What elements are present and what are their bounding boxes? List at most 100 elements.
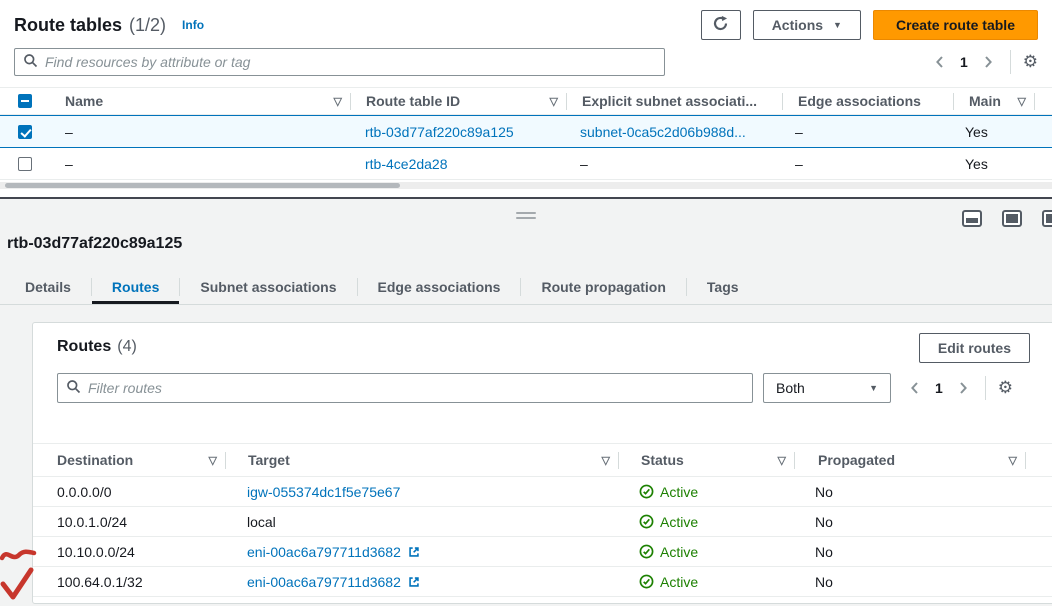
destination-cell: 0.0.0.0/0: [33, 484, 225, 500]
detail-tabs: Details Routes Subnet associations Edge …: [0, 270, 1052, 305]
panel-position-bottom-icon[interactable]: [962, 210, 982, 227]
table-header-row: Name ▽ Route table ID ▽ Explicit subnet …: [0, 87, 1052, 115]
column-header-propagated[interactable]: Propagated ▽: [795, 452, 1025, 468]
propagated-cell: No: [792, 514, 1022, 530]
routes-card: Routes (4) Edit routes Both ▼ 1: [32, 322, 1052, 604]
column-header-name[interactable]: Name ▽: [50, 93, 350, 109]
sort-icon[interactable]: ▽: [544, 95, 558, 108]
scrollbar-thumb[interactable]: [5, 183, 400, 188]
column-header-destination[interactable]: Destination ▽: [33, 452, 225, 468]
sort-icon[interactable]: ▽: [596, 454, 610, 467]
column-header-edge-associations[interactable]: Edge associations: [783, 93, 953, 109]
create-label: Create route table: [896, 17, 1015, 33]
target-link[interactable]: eni-00ac6a797711d3682: [247, 544, 401, 560]
pagination-next-button[interactable]: [978, 52, 998, 72]
tab-routes[interactable]: Routes: [92, 270, 179, 304]
route-row[interactable]: 10.10.0.0/24 eni-00ac6a797711d3682 Activ…: [33, 537, 1052, 567]
status-badge: Active: [639, 514, 698, 530]
sort-icon[interactable]: ▽: [1012, 95, 1026, 108]
edge-association-cell: –: [780, 156, 950, 172]
page-title: Route tables: [14, 15, 122, 36]
column-header-target[interactable]: Target ▽: [226, 452, 618, 468]
page-header: Route tables (1/2) Info Actions ▼ Create…: [0, 0, 1052, 46]
status-active-icon: [639, 514, 654, 529]
actions-label: Actions: [772, 17, 823, 33]
status-badge: Active: [639, 544, 698, 560]
tab-edge-associations[interactable]: Edge associations: [358, 270, 521, 304]
split-panel-drag-handle[interactable]: [516, 212, 536, 222]
pagination-previous-button[interactable]: [930, 52, 950, 72]
status-active-icon: [639, 574, 654, 589]
panel-position-full-icon[interactable]: [1002, 210, 1022, 227]
row-checkbox[interactable]: [18, 125, 32, 139]
sort-icon[interactable]: ▽: [328, 95, 342, 108]
column-header-main[interactable]: Main ▽: [954, 93, 1034, 109]
pagination-current-page[interactable]: 1: [950, 54, 978, 70]
divider: [985, 376, 986, 400]
sort-icon[interactable]: ▽: [772, 454, 786, 467]
main-cell: Yes: [950, 124, 1030, 140]
routes-table: Destination ▽ Target ▽ Status ▽ Propagat…: [33, 443, 1052, 597]
tab-subnet-associations[interactable]: Subnet associations: [180, 270, 356, 304]
column-header-status[interactable]: Status ▽: [619, 452, 794, 468]
tab-details[interactable]: Details: [5, 270, 91, 304]
routes-filter-box[interactable]: [57, 373, 753, 403]
external-link-icon[interactable]: [407, 545, 421, 559]
sort-icon[interactable]: ▽: [1003, 454, 1017, 467]
routes-settings-gear-icon[interactable]: ⚙: [998, 380, 1013, 397]
horizontal-scrollbar[interactable]: [0, 182, 1052, 189]
status-active-icon: [639, 544, 654, 559]
info-link[interactable]: Info: [182, 18, 204, 32]
resource-search-input[interactable]: [45, 54, 656, 70]
tab-route-propagation[interactable]: Route propagation: [521, 270, 685, 304]
route-table-id-link[interactable]: rtb-03d77af220c89a125: [365, 124, 514, 140]
propagated-cell: No: [792, 484, 1022, 500]
resource-search-box[interactable]: [14, 48, 665, 76]
column-header-explicit-subnet[interactable]: Explicit subnet associati...: [567, 93, 782, 109]
route-table-id-link[interactable]: rtb-4ce2da28: [365, 156, 448, 172]
target-link[interactable]: igw-055374dc1f5e75e67: [247, 484, 400, 500]
column-header-route-table-id[interactable]: Route table ID ▽: [351, 93, 566, 109]
select-all-checkbox[interactable]: [18, 94, 32, 108]
row-checkbox[interactable]: [18, 157, 32, 171]
route-tables-table: Name ▽ Route table ID ▽ Explicit subnet …: [0, 87, 1052, 180]
route-row[interactable]: 10.0.1.0/24 local Active No: [33, 507, 1052, 537]
routes-pagination-next-button[interactable]: [953, 378, 973, 398]
status-badge: Active: [639, 484, 698, 500]
tab-tags[interactable]: Tags: [687, 270, 759, 304]
refresh-button[interactable]: [701, 10, 741, 40]
routes-type-dropdown[interactable]: Both ▼: [763, 373, 891, 403]
routes-pagination-current-page[interactable]: 1: [925, 380, 953, 396]
sort-icon[interactable]: ▽: [203, 454, 217, 467]
split-detail-panel: rtb-03d77af220c89a125 Details Routes Sub…: [0, 199, 1052, 606]
table-row[interactable]: – rtb-03d77af220c89a125 subnet-0ca5c2d06…: [0, 115, 1052, 148]
refresh-icon: [712, 15, 729, 35]
table-row[interactable]: – rtb-4ce2da28 – – Yes: [0, 148, 1052, 180]
subnet-association-cell: –: [565, 156, 780, 172]
destination-cell: 100.64.0.1/32: [33, 574, 225, 590]
selection-count: (1/2): [129, 15, 166, 36]
route-row[interactable]: 100.64.0.1/32 eni-00ac6a797711d3682 Acti…: [33, 567, 1052, 597]
table-settings-gear-icon[interactable]: ⚙: [1023, 54, 1038, 71]
target-link[interactable]: eni-00ac6a797711d3682: [247, 574, 401, 590]
target-cell: local: [225, 514, 617, 530]
main-cell: Yes: [950, 156, 1030, 172]
actions-button[interactable]: Actions ▼: [753, 10, 861, 40]
routes-pagination: 1 ⚙: [905, 376, 1013, 400]
external-link-icon[interactable]: [407, 575, 421, 589]
edit-routes-button[interactable]: Edit routes: [919, 333, 1030, 363]
routes-pagination-previous-button[interactable]: [905, 378, 925, 398]
route-row[interactable]: 0.0.0.0/0 igw-055374dc1f5e75e67 Active N…: [33, 477, 1052, 507]
divider: [1010, 50, 1011, 74]
create-route-table-button[interactable]: Create route table: [873, 10, 1038, 40]
search-icon: [23, 53, 38, 71]
search-icon: [66, 379, 81, 397]
status-active-icon: [639, 484, 654, 499]
propagated-cell: No: [792, 574, 1022, 590]
destination-cell: 10.0.1.0/24: [33, 514, 225, 530]
subnet-association-link[interactable]: subnet-0ca5c2d06b988d...: [580, 124, 746, 140]
panel-position-side-icon[interactable]: [1042, 210, 1052, 227]
routes-header-row: Destination ▽ Target ▽ Status ▽ Propagat…: [33, 443, 1052, 477]
name-cell: –: [50, 156, 350, 172]
routes-filter-input[interactable]: [88, 380, 744, 396]
